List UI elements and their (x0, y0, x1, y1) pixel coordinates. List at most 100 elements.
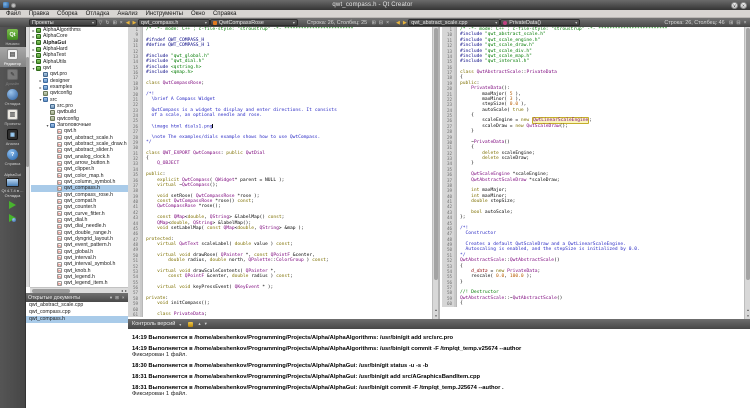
menu-Инструменты[interactable]: Инструменты (142, 11, 187, 17)
code-text: class QwtCompassRose; (143, 81, 204, 86)
shade-window-button[interactable]: ∨ (731, 2, 738, 9)
left-close-document-icon[interactable]: × (385, 20, 391, 26)
folder-icon (43, 85, 48, 90)
right-symbol-select[interactable]: PrivateData()▾ (500, 19, 580, 26)
mode-button-Проекты[interactable]: ▥Проекты (0, 107, 26, 127)
right-editor-scrollbar[interactable]: ▴ ▾ (744, 27, 750, 319)
tree-item-label: qwt_event_pattern.h (64, 242, 111, 248)
code-text: QwtCompassRose *rose(); (143, 204, 221, 209)
tree-vertical-scrollbar[interactable] (26, 27, 30, 287)
mode-label: Анализ (6, 141, 20, 146)
scroll-thumb[interactable] (32, 289, 70, 293)
close-pane-icon[interactable]: × (120, 295, 126, 300)
project-icon (36, 34, 41, 39)
pri-icon (50, 110, 55, 115)
mode-selector-sidebar: QtНачало▤Редактор✎ДизайнОтладка▥Проекты▦… (0, 27, 26, 408)
go-forward-icon[interactable]: ▶ (131, 20, 138, 26)
tree-item-label: qwtconfig (57, 116, 79, 122)
close-window-button[interactable]: × (740, 2, 747, 9)
header-icon: h (57, 211, 62, 216)
right-open-file-select[interactable]: qwt_abstract_scale.cpp▾ (408, 19, 500, 26)
menu-Файл[interactable]: Файл (2, 11, 25, 17)
mode-button-Редактор[interactable]: ▤Редактор (0, 47, 26, 67)
header-icon: h (57, 236, 62, 241)
title-bar: qwt_compass.h - Qt Creator ∨ × (0, 0, 750, 10)
right-go-back-icon[interactable]: ◀ (394, 20, 401, 26)
kit-selector[interactable]: AlphaGui Qt 4.7.4 в ... Отладка (2, 172, 24, 198)
sidebar-pane-select[interactable]: Проекты▾ (29, 19, 97, 26)
right-split-side-icon[interactable]: ⊟ (735, 20, 742, 26)
tree-item-label: qwt_interval.h (64, 255, 96, 261)
pane-menu-icon[interactable]: ▾ (175, 322, 185, 327)
app-icon (3, 2, 9, 8)
next-item-icon[interactable]: ▾ (203, 321, 209, 327)
menu-Отладка[interactable]: Отладка (82, 11, 114, 17)
code-text: #include "qwt_interval.h" (457, 59, 529, 64)
menu-Окно[interactable]: Окно (187, 11, 209, 17)
open-document-item[interactable]: qwt_compass.h (26, 316, 128, 323)
filter-icon[interactable]: ▽ (97, 20, 104, 26)
clear-output-icon[interactable] (188, 322, 193, 327)
left-open-file-select[interactable]: qwt_compass.h▾ (138, 19, 210, 26)
code-text: /* -*- mode: C++ ; c-file-style: "strous… (143, 27, 353, 32)
right-split-editor-icon[interactable]: ⊞ (728, 20, 735, 26)
vcs-log-entry: 14:19 Выполняется в /home/abeshenkov/Pro… (132, 335, 750, 341)
menu-Справка[interactable]: Справка (209, 11, 241, 17)
code-text: rescale( 0.0, 100.0 ); (457, 274, 532, 279)
right-close-document-icon[interactable]: × (742, 20, 748, 26)
code-line[interactable]: 60{ (442, 301, 750, 306)
left-symbol-select[interactable]: QwtCompassRose▾ (210, 19, 298, 26)
mode-button-Начало[interactable]: QtНачало (0, 27, 26, 47)
debug-button[interactable] (9, 214, 16, 222)
mode-button-Дизайн[interactable]: ✎Дизайн (0, 67, 26, 87)
left-file-name: qwt_compass.h (141, 20, 178, 26)
code-text: const QPointF &center, double radius ) c… (143, 274, 293, 279)
mode-button-Справка[interactable]: ?Справка (0, 147, 26, 167)
scroll-thumb[interactable] (26, 57, 29, 167)
menu-bar: ФайлПравкаСборкаОтладкаАнализИнструменты… (0, 10, 750, 18)
right-go-forward-icon[interactable]: ▶ (401, 20, 408, 26)
scroll-thumb[interactable] (434, 28, 438, 280)
mode-label: Отладка (5, 101, 21, 106)
tree-item-label: Заголовочные (57, 122, 91, 128)
mode-button-Отладка[interactable]: Отладка (0, 87, 26, 107)
header-icon: h (57, 142, 62, 147)
mode-label: Проекты (4, 121, 20, 126)
menu-Анализ[interactable]: Анализ (113, 11, 141, 17)
split-pane-icon[interactable]: ⊞ (111, 20, 118, 26)
code-text: QwtAbstractScale::QwtAbstractScale() (457, 258, 560, 263)
scroll-thumb[interactable] (746, 28, 750, 280)
tree-item-label: AlphaHard (43, 46, 68, 52)
go-back-icon[interactable]: ◀ (124, 20, 131, 26)
tree-item-label: AlphaAlgorithms (43, 27, 81, 33)
tree-item-label: designer (50, 78, 70, 84)
tree-item-label: qwtconfig (50, 90, 72, 96)
tree-item-label: qwtbuild (57, 109, 76, 115)
left-split-side-icon[interactable]: ⊟ (377, 20, 384, 26)
tree-item[interactable]: hqwt_legend_item.h (31, 280, 128, 286)
tree-item-label: AlphaGui (43, 40, 66, 46)
vcs-log-entry: 14:19 Выполняется в /home/abeshenkov/Pro… (132, 346, 750, 358)
left-editor-scrollbar[interactable]: ▴ ▾ (432, 27, 438, 319)
code-line[interactable]: 61 class PrivateData; (128, 312, 438, 317)
projects-mode-icon: ▥ (7, 109, 18, 120)
editor-right[interactable]: 1/* -*- mode: C++ ; c-file-style: "strou… (442, 27, 750, 319)
menu-Сборка[interactable]: Сборка (53, 11, 82, 17)
run-button[interactable] (9, 201, 16, 209)
code-text: of a scale, an optional needle and rose. (143, 113, 262, 118)
editor-left[interactable]: 1/* -*- mode: C++ ; c-file-style: "strou… (128, 27, 440, 319)
open-document-item[interactable]: qwt_compass.cpp (26, 309, 128, 316)
active-project-label: AlphaGui (4, 172, 20, 177)
mode-button-Анализ[interactable]: ▦Анализ (0, 127, 26, 147)
open-document-item[interactable]: qwt_abstract_scale.cpp (26, 302, 128, 309)
tree-item-label: qwt_dial.h (64, 217, 87, 223)
method-symbol-icon (503, 21, 507, 25)
project-icon (36, 28, 41, 33)
code-text: QwtAbstractScale::~QwtAbstractScale() (457, 296, 562, 301)
menu-Правка[interactable]: Правка (25, 11, 53, 17)
sync-with-editor-icon[interactable]: ↻ (104, 20, 111, 26)
split-pane-icon[interactable]: ⊞ (114, 295, 121, 301)
tree-item-label: qwt_dial_needle.h (64, 223, 106, 229)
left-split-editor-icon[interactable]: ⊞ (370, 20, 377, 26)
tree-item-label: qwt_analog_clock.h (64, 154, 110, 160)
